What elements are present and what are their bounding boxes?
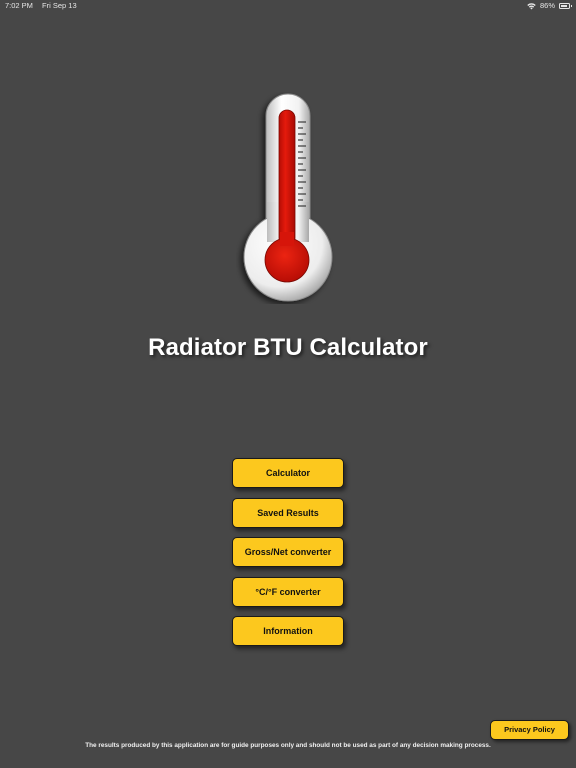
app-title: Radiator BTU Calculator	[148, 334, 428, 361]
privacy-policy-button[interactable]: Privacy Policy	[490, 720, 569, 740]
information-button[interactable]: Information	[232, 616, 344, 646]
battery-percent: 86%	[539, 1, 555, 10]
wifi-icon	[527, 2, 536, 9]
thermometer-icon	[243, 93, 333, 302]
disclaimer-text: The results produced by this application…	[85, 742, 491, 749]
status-left: 7:02 PM Fri Sep 13	[5, 0, 84, 12]
status-date: Fri Sep 13	[42, 1, 77, 10]
battery-fill	[561, 5, 568, 7]
temperature-converter-button[interactable]: °C/°F converter	[232, 576, 344, 607]
status-right: 86%	[527, 0, 572, 12]
battery-icon	[559, 3, 572, 9]
saved-results-button[interactable]: Saved Results	[232, 497, 344, 528]
main-menu: Calculator Saved Results Gross/Net conve…	[232, 458, 344, 656]
calculator-button[interactable]: Calculator	[232, 458, 344, 488]
gross-net-converter-button[interactable]: Gross/Net converter	[232, 537, 344, 567]
status-time: 7:02 PM	[5, 1, 33, 10]
status-bar: 7:02 PM Fri Sep 13 86%	[0, 0, 576, 12]
app-screen: 7:02 PM Fri Sep 13 86% Radiator BTU Calc…	[0, 0, 576, 768]
